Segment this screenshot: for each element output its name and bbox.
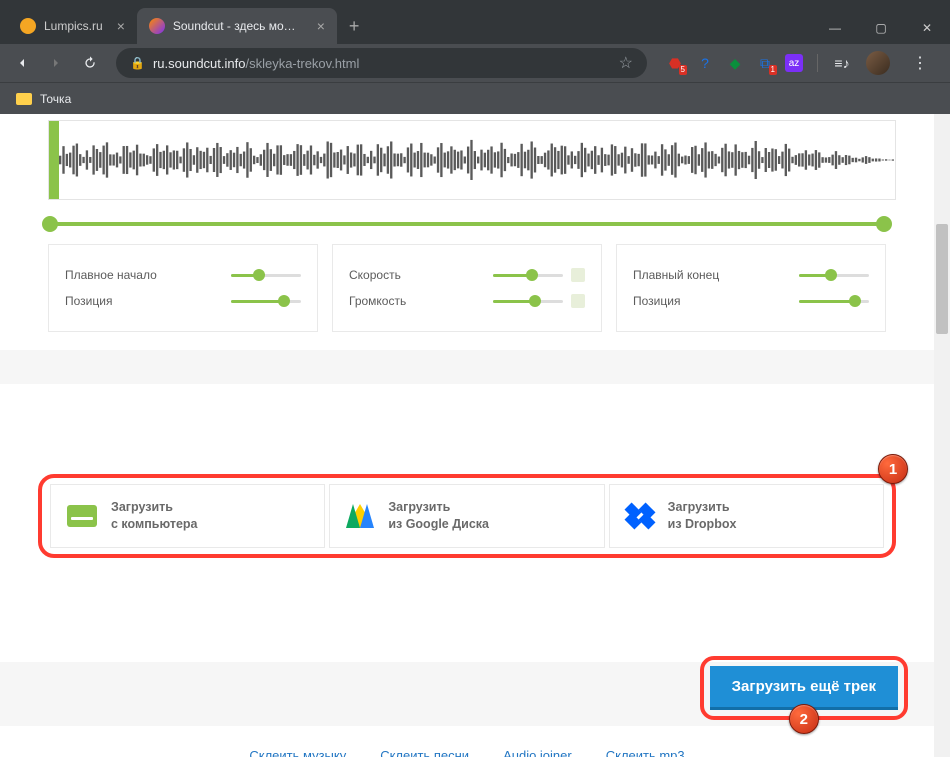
volume-slider[interactable] [493,298,563,304]
extension-badge: 1 [769,65,777,75]
load-more-highlight: Загрузить ещё трек 2 [700,656,908,720]
control-panel-right: Плавный конец Позиция [616,244,886,332]
position-label: Позиция [65,294,112,308]
reload-icon [82,55,98,71]
range-track [48,222,886,226]
annotation-badge-1: 1 [878,454,908,484]
audio-controls-row: Плавное начало Позиция Скорость Громкост… [48,244,886,332]
extension-help-icon[interactable]: ? [695,53,715,73]
window-close-button[interactable]: ✕ [904,12,950,44]
trim-range-slider[interactable] [48,214,886,234]
fade-out-label: Плавный конец [633,268,719,282]
browser-tab-soundcut[interactable]: Soundcut - здесь можно обреза × [137,8,337,44]
extension-purple-icon[interactable]: az [785,54,803,72]
bottom-section: Загрузить ещё трек 2 [0,662,934,726]
separator [817,54,818,72]
volume-reset-button[interactable] [571,294,585,308]
extension-green-icon[interactable]: ◆ [725,53,745,73]
extension-badge: 5 [679,65,687,75]
waveform-start-handle[interactable] [49,121,59,199]
upload-options: 1 Загрузитьс компьютера Загрузитьиз Goog… [38,474,896,558]
url-path: /skleyka-trekov.html [245,56,359,71]
lock-icon: 🔒 [130,56,145,70]
control-panel-left: Плавное начало Позиция [48,244,318,332]
new-tab-button[interactable]: + [337,16,372,37]
link-audio-joiner[interactable]: Audio joiner [503,748,572,757]
position-slider[interactable] [231,298,301,304]
forward-button[interactable] [42,49,70,77]
close-icon[interactable]: × [317,18,325,34]
window-minimize-button[interactable]: — [812,12,858,44]
favicon-soundcut [149,18,165,34]
footer-links: Склеить музыку Склеить песни Audio joine… [0,748,934,757]
reading-list-icon[interactable]: ≡♪ [832,53,852,73]
speed-label: Скорость [349,268,401,282]
upload-from-computer-button[interactable]: Загрузитьс компьютера [50,484,325,548]
upload-from-gdrive-button[interactable]: Загрузитьиз Google Диска [329,484,604,548]
annotation-badge-2: 2 [789,704,819,734]
upload-label: Загрузитьиз Google Диска [388,499,489,533]
section-divider [0,350,934,384]
arrow-right-icon [48,55,64,71]
dropbox-icon [626,504,654,528]
volume-label: Громкость [349,294,406,308]
browser-toolbar: 🔒 ru.soundcut.info/skleyka-trekov.html ☆… [0,44,950,82]
profile-avatar[interactable] [866,51,890,75]
upload-label: Загрузитьиз Dropbox [668,499,737,533]
page-content: Плавное начало Позиция Скорость Громкост… [0,114,934,757]
extension-cube-icon[interactable]: ⧉1 [755,53,775,73]
close-icon[interactable]: × [117,18,125,34]
speed-slider[interactable] [493,272,563,278]
link-merge-mp3[interactable]: Склеить mp3 [606,748,685,757]
upload-label: Загрузитьс компьютера [111,499,198,533]
position-label: Позиция [633,294,680,308]
bookmark-star-icon[interactable]: ☆ [619,53,633,73]
url-text: ru.soundcut.info/skleyka-trekov.html [153,56,359,71]
upload-from-dropbox-button[interactable]: Загрузитьиз Dropbox [609,484,884,548]
link-merge-music[interactable]: Склеить музыку [249,748,346,757]
google-drive-icon [346,504,374,528]
tab-title: Soundcut - здесь можно обреза [173,19,303,33]
fade-out-slider[interactable] [799,272,869,278]
extension-adblock-icon[interactable]: ⬣5 [665,53,685,73]
extensions-area: ⬣5 ? ◆ ⧉1 az ≡♪ ⋮ [659,51,942,75]
waveform-icon [59,121,895,199]
address-bar[interactable]: 🔒 ru.soundcut.info/skleyka-trekov.html ☆ [116,48,647,78]
range-end-knob[interactable] [876,216,892,232]
computer-icon [67,505,97,527]
arrow-left-icon [14,55,30,71]
folder-icon [16,93,32,105]
bookmark-item[interactable]: Точка [40,92,71,106]
reload-button[interactable] [76,49,104,77]
browser-menu-button[interactable]: ⋮ [904,53,936,73]
control-panel-mid: Скорость Громкость [332,244,602,332]
url-host: ru.soundcut.info [153,56,246,71]
scrollbar-thumb[interactable] [936,224,948,334]
range-start-knob[interactable] [42,216,58,232]
bookmarks-bar: Точка [0,82,950,114]
browser-tabs: Lumpics.ru × Soundcut - здесь можно обре… [0,8,371,44]
speed-reset-button[interactable] [571,268,585,282]
scrollbar-track[interactable] [934,114,950,757]
favicon-lumpics [20,18,36,34]
page-viewport: Плавное начало Позиция Скорость Громкост… [0,114,950,757]
browser-tab-lumpics[interactable]: Lumpics.ru × [8,8,137,44]
waveform-display[interactable] [48,120,896,200]
back-button[interactable] [8,49,36,77]
upload-options-highlight: Загрузитьс компьютера Загрузитьиз Google… [38,474,896,558]
position-slider[interactable] [799,298,869,304]
link-merge-songs[interactable]: Склеить песни [380,748,469,757]
fade-in-slider[interactable] [231,272,301,278]
tab-title: Lumpics.ru [44,19,103,33]
window-titlebar: Lumpics.ru × Soundcut - здесь можно обре… [0,0,950,44]
fade-in-label: Плавное начало [65,268,157,282]
window-controls: — ▢ ✕ [812,12,950,44]
window-maximize-button[interactable]: ▢ [858,12,904,44]
